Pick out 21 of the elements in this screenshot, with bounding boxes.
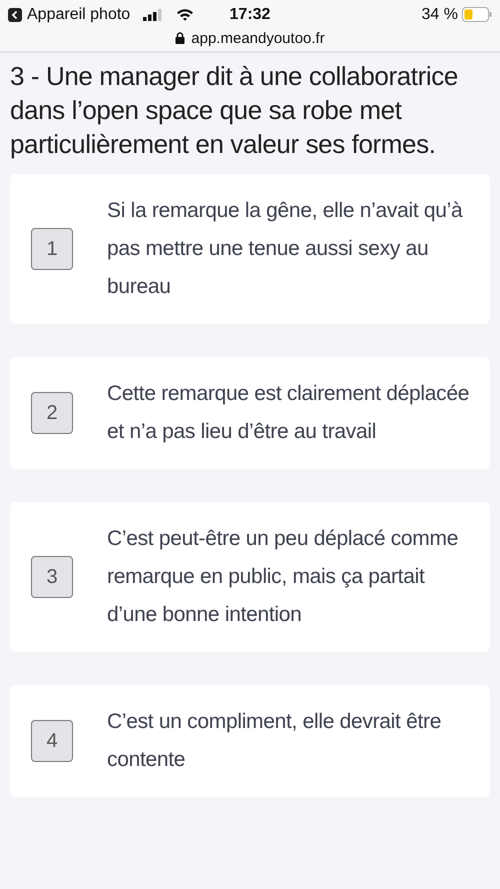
battery-percentage: 34 % — [422, 6, 458, 24]
answer-number-button[interactable]: 4 — [31, 720, 73, 762]
answer-text: Si la remarque la gêne, elle n’avait qu’à pas mettre une tenue aussi sexy au bureau — [107, 198, 464, 300]
answer-text: C’est un compliment, elle devrait être contente — [107, 709, 442, 773]
answer-card[interactable]: 4 C’est un compliment, elle devrait être contente — [10, 685, 490, 797]
answer-number-button[interactable]: 2 — [31, 392, 73, 434]
clock-time: 17:32 — [230, 6, 270, 22]
back-label[interactable]: Appareil photo — [27, 6, 130, 24]
answer-card[interactable]: 1 Si la remarque la gêne, elle n’avait qu’à pas mettre une tenue aussi sexy au bureau — [10, 174, 490, 324]
answer-text: C’est peut-être un peu déplacé comme remarque en public, mais ça partait d’une bonne intention — [107, 526, 460, 628]
answer-card[interactable]: 3 C’est peut-être un peu déplacé comme remarque en public, mais ça partait d’une bonne intention — [10, 502, 490, 652]
answer-number-button[interactable]: 3 — [31, 556, 73, 598]
answer-text: Cette remarque est clairement déplacée et n’a pas lieu d’être au travail — [107, 381, 470, 445]
battery-icon — [462, 7, 492, 22]
wifi-icon — [176, 8, 194, 21]
answer-number-button[interactable]: 1 — [31, 228, 73, 270]
answer-card[interactable]: 2 Cette remarque est clairement déplacée et n’a pas lieu d’être au travail — [10, 357, 490, 469]
question-text: 3 - Une manager dit à une collaboratrice dans l’open space que sa robe met particulièrement en valeur ses formes. — [10, 60, 459, 161]
lock-icon — [175, 32, 186, 44]
url-text[interactable]: app.meandyoutoo.fr — [191, 30, 325, 46]
back-icon[interactable] — [8, 8, 22, 22]
